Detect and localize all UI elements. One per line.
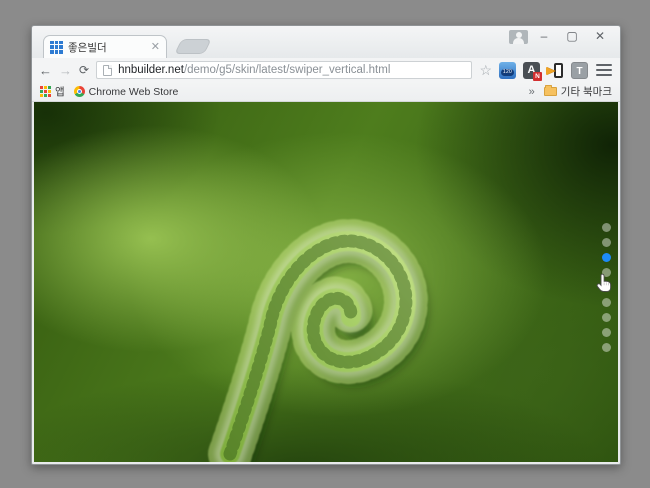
forward-button: → [59, 64, 72, 77]
window-controls: – ▢ ✕ [530, 29, 614, 45]
slider-dot-3-active[interactable] [602, 253, 611, 262]
other-bookmarks-label: 기타 북마크 [561, 84, 612, 99]
chrome-icon [74, 86, 85, 97]
slider-dot-8[interactable] [602, 328, 611, 337]
apps-shortcut[interactable]: 앱 [40, 84, 65, 99]
slider-dot-1[interactable] [602, 223, 611, 232]
letter-a-extension-icon[interactable]: AN [523, 62, 540, 79]
hand-cursor-icon [596, 273, 614, 294]
send-to-phone-extension-icon[interactable] [547, 62, 564, 79]
bookmarks-bar: 앱 Chrome Web Store » 기타 북마크 [32, 82, 620, 102]
apps-grid-icon [40, 86, 51, 97]
tab-title: 좋은빌더 [68, 40, 146, 55]
red-n-badge: N [533, 72, 542, 81]
page-viewport-fern-slide[interactable] [34, 102, 618, 462]
tab-active[interactable]: 좋은빌더 ✕ [43, 35, 167, 58]
reload-button[interactable]: ⟳ [79, 63, 89, 77]
slider-dot-2[interactable] [602, 238, 611, 247]
page-document-icon[interactable] [103, 65, 112, 76]
slider-dot-7[interactable] [602, 313, 611, 322]
url-text[interactable]: hnbuilder.net/demo/g5/skin/latest/swiper… [118, 64, 390, 76]
chrome-web-store-label: Chrome Web Store [89, 86, 179, 98]
minimize-button[interactable]: – [530, 29, 558, 45]
bookmark-star-icon[interactable]: ☆ [479, 63, 492, 77]
apps-label: 앱 [55, 84, 65, 99]
back-button[interactable]: ← [39, 64, 52, 77]
tab-favicon-grid-icon [50, 41, 63, 54]
tab-close-icon[interactable]: ✕ [151, 42, 160, 53]
slider-dot-6[interactable] [602, 298, 611, 307]
browser-window: 좋은빌더 ✕ – ▢ ✕ ← → ⟳ hnbuilder.net/demo/g5… [31, 25, 621, 465]
slider-dot-9[interactable] [602, 343, 611, 352]
other-bookmarks-folder[interactable]: 기타 북마크 [544, 84, 612, 99]
address-bar[interactable]: hnbuilder.net/demo/g5/skin/latest/swiper… [96, 61, 472, 79]
close-button[interactable]: ✕ [586, 29, 614, 45]
fern-fiddlehead-illustration [34, 102, 618, 462]
maximize-button[interactable]: ▢ [558, 29, 586, 45]
folder-icon [544, 87, 557, 96]
new-tab-button[interactable] [174, 39, 211, 54]
blue-shield-extension-icon[interactable]: 120 [499, 62, 516, 79]
profile-button[interactable] [509, 30, 528, 44]
hamburger-menu-icon[interactable] [595, 62, 613, 78]
bookmark-chrome-web-store[interactable]: Chrome Web Store [74, 86, 179, 98]
letter-t-extension-icon[interactable]: T [571, 62, 588, 79]
tab-strip: 좋은빌더 ✕ – ▢ ✕ [32, 26, 620, 58]
bookmarks-overflow-chevron[interactable]: » [529, 86, 535, 98]
url-host: hnbuilder.net [118, 64, 184, 76]
url-path: /demo/g5/skin/latest/swiper_vertical.htm… [184, 64, 390, 76]
browser-toolbar: ← → ⟳ hnbuilder.net/demo/g5/skin/latest/… [32, 58, 620, 82]
